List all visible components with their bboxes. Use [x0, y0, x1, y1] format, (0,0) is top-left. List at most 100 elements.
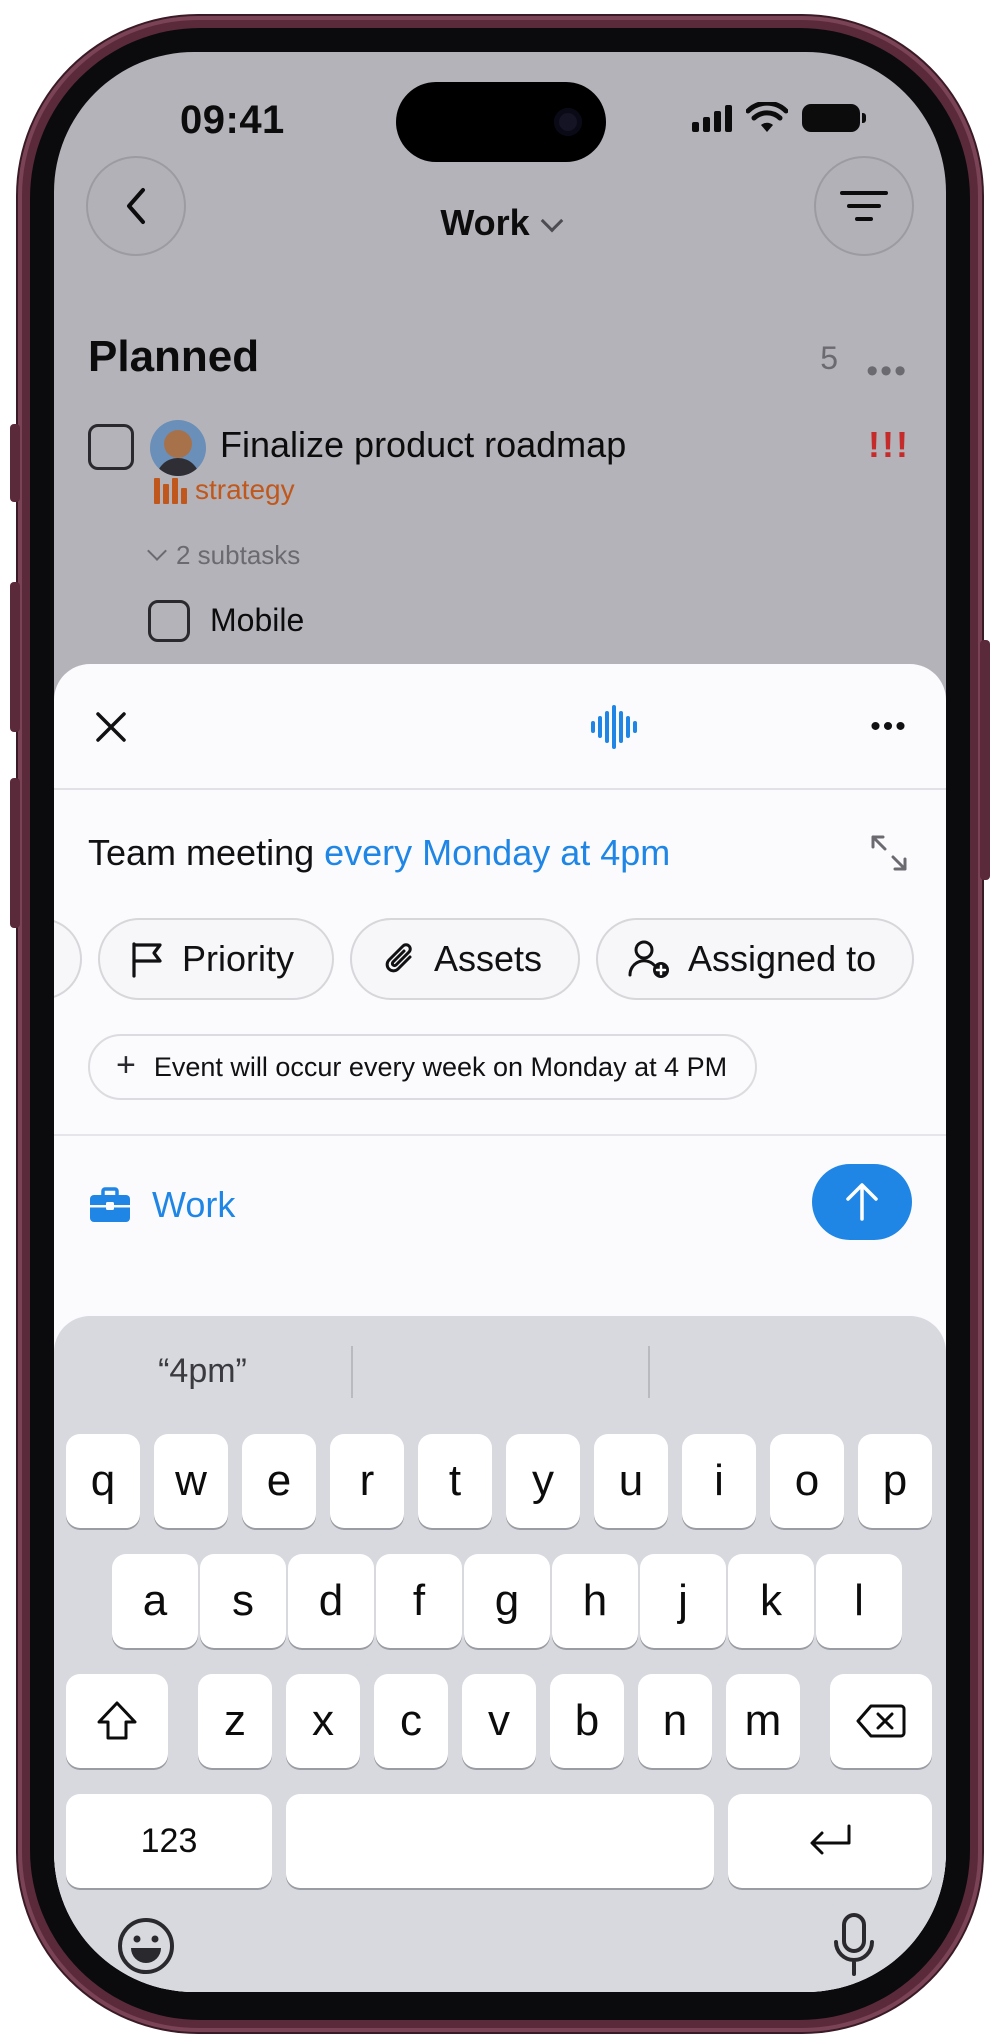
key-i[interactable]: i	[682, 1434, 756, 1528]
tag-label: strategy	[195, 474, 295, 505]
key-s[interactable]: s	[200, 1554, 286, 1648]
key-j[interactable]: j	[640, 1554, 726, 1648]
key-t[interactable]: t	[418, 1434, 492, 1528]
key-z[interactable]: z	[198, 1674, 272, 1768]
section-more-button[interactable]: •••	[866, 352, 908, 391]
expand-button[interactable]	[860, 824, 918, 882]
recurrence-suggestion[interactable]: + Event will occur every week on Monday a…	[88, 1034, 758, 1100]
key-n[interactable]: n	[638, 1674, 712, 1768]
status-time: 09:41	[180, 98, 285, 142]
emoji-icon	[118, 1918, 174, 1974]
return-key[interactable]	[728, 1794, 932, 1888]
new-task-sheet: ••• Team meeting every Monday at 4pm Pri…	[54, 664, 946, 1992]
key-x[interactable]: x	[286, 1674, 360, 1768]
camera-icon	[554, 108, 582, 136]
date-highlight: every Monday at 4pm	[324, 832, 671, 873]
more-options-button[interactable]: •••	[854, 692, 924, 762]
prediction-1[interactable]: “4pm”	[54, 1316, 351, 1426]
books-icon	[154, 476, 187, 504]
key-v[interactable]: v	[462, 1674, 536, 1768]
key-u[interactable]: u	[594, 1434, 668, 1528]
expand-icon	[871, 835, 907, 871]
briefcase-icon	[90, 1187, 130, 1222]
add-person-icon	[628, 939, 672, 979]
sheet-header: •••	[54, 664, 946, 790]
subtask-title[interactable]: Mobile	[210, 602, 304, 639]
dictation-button[interactable]	[822, 1910, 886, 1980]
key-d[interactable]: d	[288, 1554, 374, 1648]
chevron-down-icon	[147, 540, 167, 561]
shift-key[interactable]	[66, 1674, 168, 1768]
key-r[interactable]: r	[330, 1434, 404, 1528]
voice-input-button[interactable]	[580, 692, 650, 762]
volume-down-button	[10, 778, 20, 928]
key-g[interactable]: g	[464, 1554, 550, 1648]
task-checkbox[interactable]	[88, 424, 134, 470]
key-w[interactable]: w	[154, 1434, 228, 1528]
previous-chip[interactable]	[54, 918, 82, 1000]
shift-icon	[97, 1701, 137, 1740]
key-h[interactable]: h	[552, 1554, 638, 1648]
delete-key[interactable]	[830, 1674, 932, 1768]
key-m[interactable]: m	[726, 1674, 800, 1768]
plus-icon: +	[116, 1045, 136, 1084]
keyboard: “4pm” q w e r t y u i o p a s d f g h j …	[54, 1316, 946, 1992]
priority-chip-label: Priority	[182, 938, 295, 979]
power-button	[980, 640, 990, 880]
key-p[interactable]: p	[858, 1434, 932, 1528]
waveform-icon	[591, 705, 637, 749]
filter-icon	[840, 191, 888, 221]
key-c[interactable]: c	[374, 1674, 448, 1768]
wifi-icon	[746, 102, 788, 132]
numbers-key[interactable]: 123	[66, 1794, 272, 1888]
key-e[interactable]: e	[242, 1434, 316, 1528]
task-input-text: Team meeting	[88, 832, 325, 873]
key-o[interactable]: o	[770, 1434, 844, 1528]
key-k[interactable]: k	[728, 1554, 814, 1648]
prediction-2[interactable]	[353, 1316, 648, 1426]
cellular-signal-icon	[692, 104, 732, 132]
filter-button[interactable]	[814, 156, 914, 256]
task-input[interactable]: Team meeting every Monday at 4pm	[88, 832, 670, 874]
suggestion-label: Event will occur every week on Monday at…	[153, 1051, 728, 1082]
assets-chip[interactable]: Assets	[350, 918, 580, 1000]
microphone-icon	[834, 1913, 874, 1976]
battery-icon	[802, 104, 866, 132]
list-switcher[interactable]: Work	[54, 202, 946, 244]
divider	[54, 1134, 946, 1136]
nav-title: Work	[440, 202, 530, 243]
key-a[interactable]: a	[112, 1554, 198, 1648]
chevron-down-icon	[540, 209, 563, 233]
return-icon	[810, 1824, 851, 1855]
subtask-checkbox[interactable]	[148, 600, 190, 642]
close-icon	[96, 712, 126, 742]
section-title: Planned	[88, 332, 260, 381]
project-selector[interactable]: Work	[88, 1184, 235, 1226]
action-button	[10, 424, 20, 502]
key-f[interactable]: f	[376, 1554, 462, 1648]
priority-chip[interactable]: Priority	[98, 918, 334, 1000]
avatar	[150, 420, 206, 476]
flag-icon	[130, 940, 166, 978]
key-y[interactable]: y	[506, 1434, 580, 1528]
prediction-3[interactable]	[650, 1316, 946, 1426]
task-title[interactable]: Finalize product roadmap	[220, 424, 626, 466]
delete-icon	[856, 1704, 906, 1738]
subtasks-toggle[interactable]: 2 subtasks	[147, 540, 300, 571]
key-q[interactable]: q	[66, 1434, 140, 1528]
assigned-chip-label: Assigned to	[688, 938, 877, 979]
emoji-button[interactable]	[114, 1914, 178, 1978]
task-tag[interactable]: strategy	[154, 474, 295, 506]
key-l[interactable]: l	[816, 1554, 902, 1648]
section-count: 5	[820, 340, 838, 376]
space-key[interactable]	[286, 1794, 714, 1888]
screen: 09:41 Work Planned 5 ••• Finalize produc…	[54, 52, 946, 1992]
close-button[interactable]	[76, 692, 146, 762]
assigned-chip[interactable]: Assigned to	[596, 918, 914, 1000]
status-icons	[692, 102, 866, 134]
volume-up-button	[10, 582, 20, 732]
attribute-chips: Priority Assets Assigned to	[54, 918, 946, 1000]
key-b[interactable]: b	[550, 1674, 624, 1768]
paperclip-icon	[382, 939, 418, 979]
send-button[interactable]	[812, 1164, 912, 1240]
